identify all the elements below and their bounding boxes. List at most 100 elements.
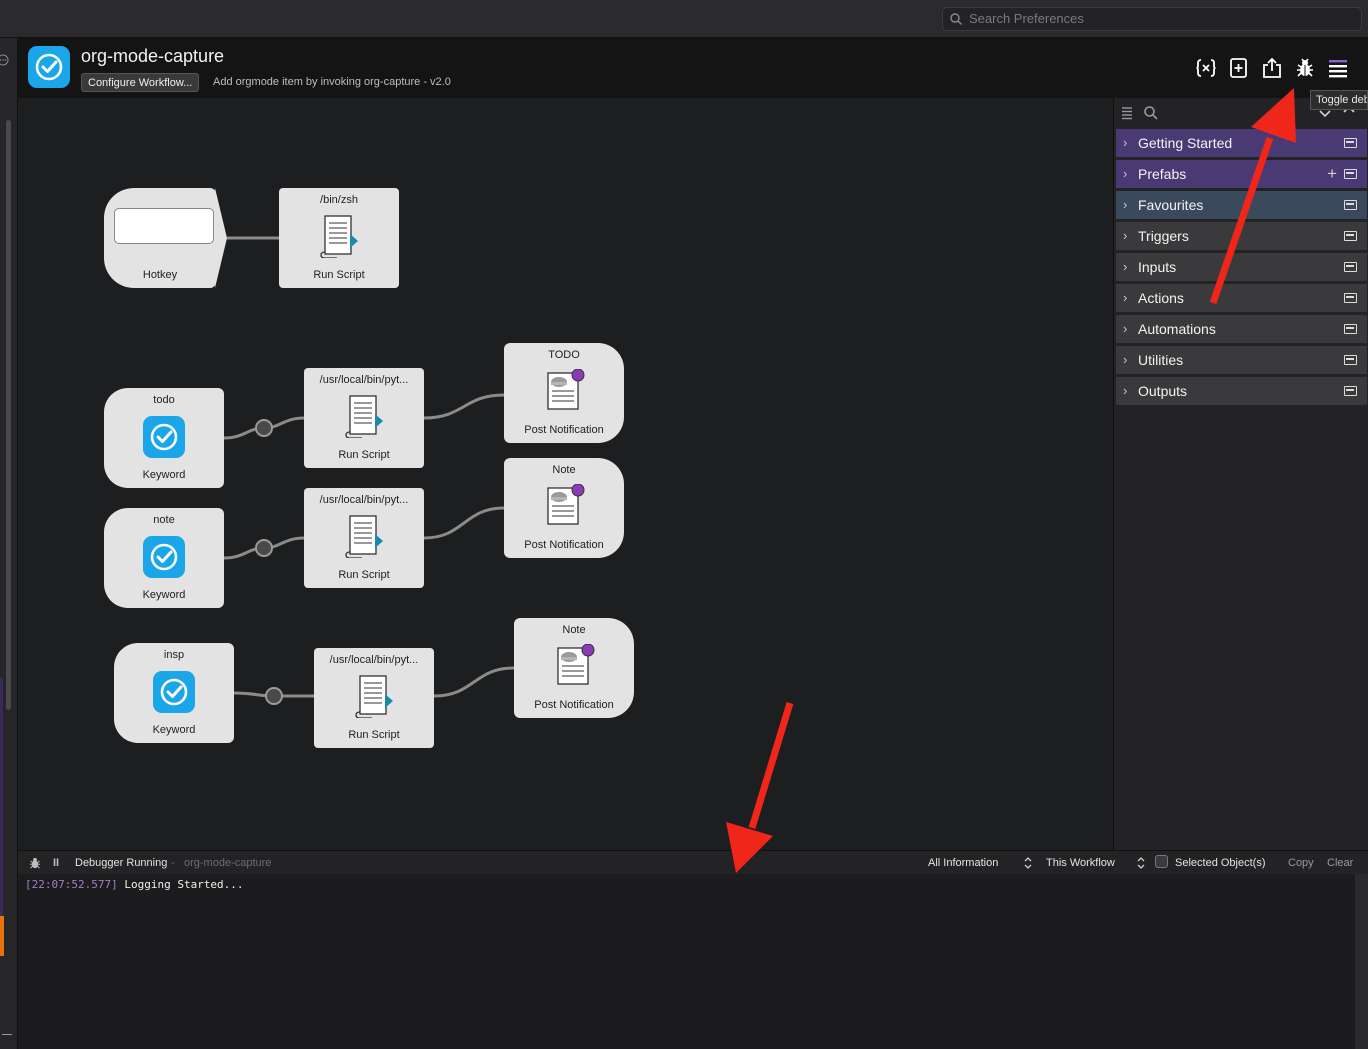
library-category-getting-started[interactable]: › Getting Started: [1116, 129, 1367, 157]
collapse-icon[interactable]: [1344, 262, 1357, 272]
library-category-outputs[interactable]: › Outputs: [1116, 377, 1367, 405]
debug-icon[interactable]: [1294, 57, 1316, 79]
left-sidebar-strip: [0, 38, 18, 1049]
search-icon[interactable]: [1144, 106, 1158, 120]
node-title: /bin/zsh: [320, 194, 358, 206]
minus-icon[interactable]: [2, 1034, 12, 1035]
stepper-icon[interactable]: [1137, 857, 1145, 869]
debugger-scrollbar[interactable]: [1355, 874, 1368, 1049]
selected-objects-checkbox[interactable]: [1155, 855, 1168, 868]
node-label: Keyword: [142, 589, 186, 601]
library-category-label: Outputs: [1138, 383, 1188, 399]
variables-icon[interactable]: [1195, 57, 1217, 79]
collapse-icon[interactable]: [1344, 231, 1357, 241]
library-category-label: Utilities: [1138, 352, 1184, 368]
node-label: Keyword: [142, 469, 186, 481]
node-label: Run Script: [338, 449, 390, 461]
node-title: /usr/local/bin/pyt...: [319, 374, 409, 386]
node-label: Run Script: [338, 569, 390, 581]
collapse-icon[interactable]: [1344, 169, 1357, 179]
filter-scope-select[interactable]: This Workflow: [1046, 851, 1115, 875]
list-icon[interactable]: [1121, 106, 1133, 120]
add-prefab-icon[interactable]: +: [1327, 160, 1337, 188]
keyword-node-todo[interactable]: todo Keyword: [104, 388, 224, 488]
search-preferences-input[interactable]: Search Preferences: [942, 7, 1362, 31]
chevron-right-icon: ›: [1123, 383, 1128, 398]
log-timestamp: [22:07:52.577]: [25, 878, 118, 891]
left-orange-marker: [0, 916, 4, 956]
collapse-icon[interactable]: [1344, 200, 1357, 210]
script-icon: [345, 515, 383, 558]
checkmark-icon: [150, 543, 178, 571]
collapse-icon[interactable]: [1344, 324, 1357, 334]
node-title: Note: [562, 624, 586, 636]
top-bar: Search Preferences: [0, 0, 1368, 38]
node-title: /usr/local/bin/pyt...: [329, 654, 419, 666]
keyword-node-note[interactable]: note Keyword: [104, 508, 224, 608]
node-label: Hotkey: [142, 269, 178, 281]
node-label: Run Script: [313, 269, 365, 281]
library-category-label: Automations: [1138, 321, 1216, 337]
script-icon: [345, 395, 383, 438]
stepper-icon[interactable]: [1024, 857, 1032, 869]
post-notification-node-todo[interactable]: TODO Post Notification: [504, 343, 624, 443]
chevron-right-icon: ›: [1123, 352, 1128, 367]
chevron-right-icon: ›: [1123, 197, 1128, 212]
search-placeholder: Search Preferences: [969, 11, 1084, 26]
toggle-debugger-tooltip: Toggle debugger: [1310, 90, 1368, 110]
library-category-favourites[interactable]: › Favourites: [1116, 191, 1367, 219]
chevron-right-icon: ›: [1123, 259, 1128, 274]
run-script-node-zsh[interactable]: /bin/zsh Run Script: [279, 188, 399, 288]
chevron-right-icon: ›: [1123, 135, 1128, 150]
debugger-workflow-name: org-mode-capture: [184, 857, 272, 869]
workflow-header: org-mode-capture Configure Workflow... A…: [18, 38, 1368, 98]
debugger-log[interactable]: [22:07:52.577] Logging Started...: [18, 874, 1355, 1049]
checkmark-icon: [160, 678, 188, 706]
node-label: Post Notification: [534, 699, 614, 711]
left-selection-highlight: [0, 678, 3, 918]
library-category-automations[interactable]: › Automations: [1116, 315, 1367, 343]
clear-button[interactable]: Clear: [1327, 851, 1353, 875]
selected-objects-label: Selected Object(s): [1175, 857, 1266, 869]
configure-workflow-button[interactable]: Configure Workflow...: [81, 73, 200, 92]
add-object-icon[interactable]: [1228, 57, 1250, 79]
script-icon: [320, 215, 358, 258]
node-label: Keyword: [152, 724, 196, 736]
more-icon[interactable]: [0, 54, 9, 66]
copy-button[interactable]: Copy: [1288, 851, 1314, 875]
library-category-actions[interactable]: › Actions: [1116, 284, 1367, 312]
menu-icon[interactable]: [1327, 57, 1349, 79]
collapse-icon[interactable]: [1344, 386, 1357, 396]
library-category-utilities[interactable]: › Utilities: [1116, 346, 1367, 374]
library-category-inputs[interactable]: › Inputs: [1116, 253, 1367, 281]
node-title: insp: [163, 649, 185, 661]
post-notification-node-insp[interactable]: Note Post Notification: [514, 618, 634, 718]
export-icon[interactable]: [1261, 57, 1283, 79]
checkmark-icon: [150, 423, 178, 451]
collapse-icon[interactable]: [1344, 138, 1357, 148]
library-category-prefabs[interactable]: › Prefabs +: [1116, 160, 1367, 188]
keyword-node-insp[interactable]: insp Keyword: [114, 643, 234, 743]
hotkey-node[interactable]: Hotkey: [104, 188, 216, 288]
run-script-node-python-1[interactable]: /usr/local/bin/pyt... Run Script: [304, 368, 424, 468]
debugger-separator: -: [171, 857, 175, 869]
node-label: Post Notification: [524, 539, 604, 551]
workflow-canvas[interactable]: Hotkey /bin/zsh Run Script todo Keyword …: [18, 98, 1113, 850]
library-category-label: Favourites: [1138, 197, 1204, 213]
collapse-icon[interactable]: [1344, 355, 1357, 365]
collapse-icon[interactable]: [1344, 293, 1357, 303]
run-script-node-python-3[interactable]: /usr/local/bin/pyt... Run Script: [314, 648, 434, 748]
node-title: /usr/local/bin/pyt...: [319, 494, 409, 506]
left-scrollbar[interactable]: [6, 120, 11, 710]
pause-icon[interactable]: II: [53, 851, 59, 875]
chevron-right-icon: ›: [1123, 321, 1128, 336]
run-script-node-python-2[interactable]: /usr/local/bin/pyt... Run Script: [304, 488, 424, 588]
node-title: Note: [552, 464, 576, 476]
checkmark-icon: [35, 53, 63, 81]
workflow-icon[interactable]: [28, 46, 70, 88]
post-notification-node-note[interactable]: Note Post Notification: [504, 458, 624, 558]
library-category-triggers[interactable]: › Triggers: [1116, 222, 1367, 250]
notification-icon: [547, 369, 585, 410]
filter-information-select[interactable]: All Information: [928, 851, 998, 875]
chevron-right-icon: ›: [1123, 166, 1128, 181]
